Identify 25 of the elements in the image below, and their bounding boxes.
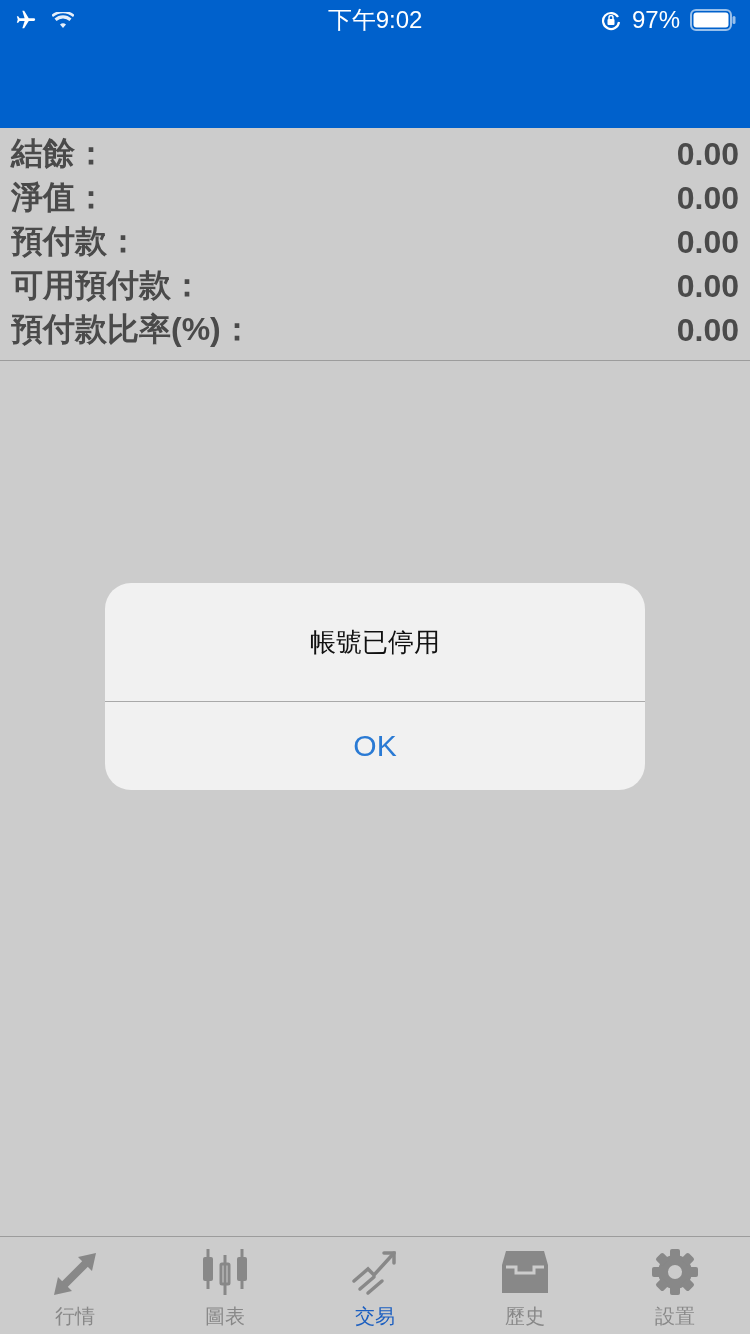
airplane-icon — [14, 9, 38, 31]
ok-button[interactable]: OK — [105, 702, 645, 790]
tab-bar-item[interactable]: 圖表 — [150, 1237, 300, 1334]
settings-icon — [650, 1247, 700, 1297]
field-label: 預付款比率(%)： — [11, 310, 253, 349]
wifi-icon — [52, 12, 74, 28]
field-label: 結餘： — [11, 134, 107, 173]
tab-bar-item[interactable]: 交易 — [300, 1237, 450, 1334]
field-value: 0.00 — [676, 135, 739, 173]
field-value: 0.00 — [676, 223, 739, 261]
field-value: 0.00 — [676, 179, 739, 217]
status-time: 下午9:02 — [327, 5, 423, 35]
field-value: 0.00 — [676, 311, 739, 349]
candlestick-icon — [200, 1247, 250, 1297]
tab-bar-item[interactable]: 歷史 — [450, 1237, 600, 1334]
field-label: 可用預付款： — [11, 266, 203, 305]
field-label: 預付款： — [11, 222, 139, 261]
battery-icon — [690, 9, 736, 31]
alert-message: 帳號已停用 — [310, 625, 440, 659]
field-label: 淨值： — [11, 178, 107, 217]
tab-bar-item[interactable]: 行情 — [0, 1237, 150, 1334]
tab-bar-item[interactable]: 設置 — [600, 1237, 750, 1334]
battery-percentage: 97% — [631, 6, 680, 34]
field-value: 0.00 — [676, 267, 739, 305]
rotation-lock-icon — [599, 9, 622, 31]
